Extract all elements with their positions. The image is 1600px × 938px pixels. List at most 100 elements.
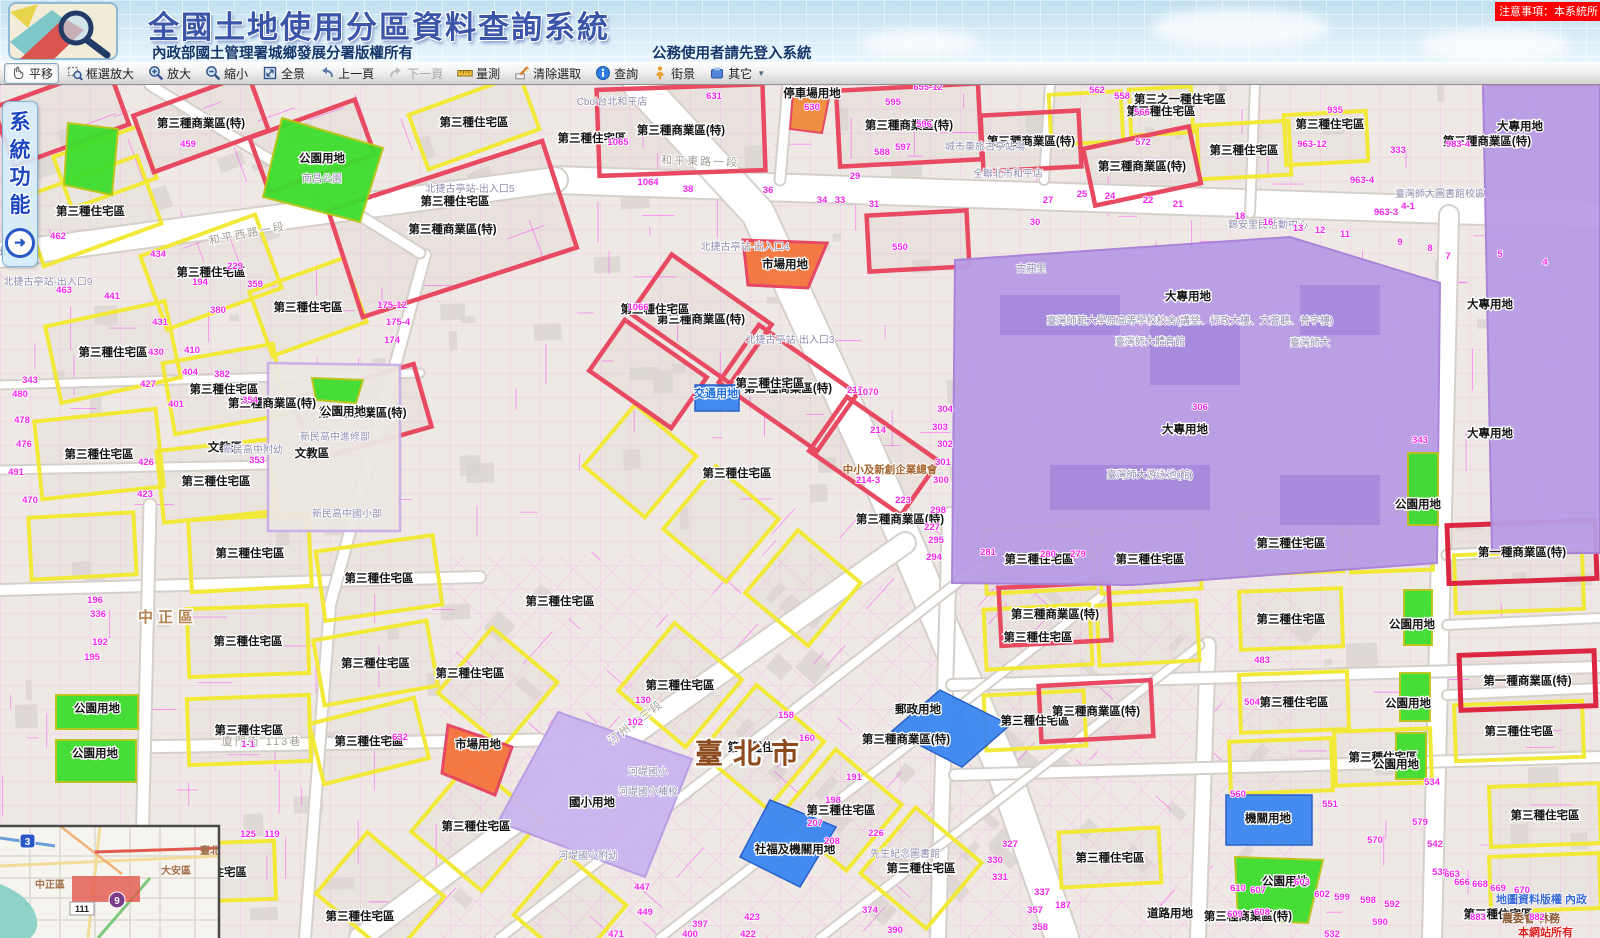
zone-type-label: 停車場用地 — [783, 86, 841, 100]
cbld-zone — [1000, 295, 1120, 335]
building-footprint — [440, 303, 465, 320]
parcel-number: 1066 — [627, 302, 648, 313]
parcel-number: 358 — [1032, 922, 1048, 933]
res-zone-label: 第三種住宅區 — [1511, 808, 1580, 822]
parcel-number: 655-12 — [913, 85, 943, 93]
parcel-number: 214 — [870, 425, 887, 436]
parcel-number: 195 — [84, 652, 101, 663]
zone-type-label: 第三種住宅區 — [326, 909, 395, 923]
parcel-number: 401 — [168, 399, 185, 410]
res-zone-label: 第三種住宅區 — [216, 546, 285, 560]
parcel-number: 608 — [1254, 907, 1270, 918]
parcel-number: 327 — [1002, 839, 1018, 850]
query-icon — [595, 65, 611, 81]
parcel-number: 592 — [1384, 899, 1400, 910]
parcel-number: 562 — [1089, 85, 1105, 96]
parcel-number: 478 — [14, 415, 30, 426]
res-zone-label: 第三種住宅區 — [1257, 612, 1326, 626]
route-box-111-label: 111 — [75, 904, 89, 914]
building-footprint — [533, 323, 561, 341]
toolbar-label-boxzoom: 框選放大 — [86, 65, 134, 82]
parcel-number: 431 — [152, 317, 169, 328]
toolbar-label-zoomin: 放大 — [167, 65, 191, 82]
parcel-number: 130 — [635, 695, 651, 706]
zone-type-label: 大專用地 — [1162, 422, 1208, 436]
campus-zone — [1483, 85, 1600, 553]
poi-label: 北捷古亭站-出入口4 — [701, 240, 790, 253]
toolbar-button-clear[interactable]: 清除選取 — [508, 63, 587, 84]
zone-type-label: 第三種住宅區 — [703, 466, 772, 480]
toolbar-button-pan[interactable]: 平移 — [4, 63, 59, 84]
minimap-extent-rectangle[interactable] — [72, 876, 140, 902]
res-zone-label: 第三種住宅區 — [646, 678, 715, 692]
zone-type-label: 地圖資料版權 內政 — [1496, 892, 1588, 906]
toolbar-button-zoomout[interactable]: 縮小 — [199, 63, 254, 84]
parcel-number: 25 — [1077, 189, 1088, 200]
parcel-number: 16 — [1263, 217, 1274, 228]
zone-type-label: 大專用地 — [1467, 297, 1513, 311]
parcel-number: 280 — [1040, 549, 1056, 560]
res-zone-label: 第三種住宅區 — [1004, 630, 1073, 644]
building-footprint — [594, 256, 621, 273]
parcel-number: 207 — [807, 818, 823, 829]
building-footprint — [671, 364, 685, 373]
clear-icon — [514, 65, 530, 81]
toolbar-label-zoomout: 縮小 — [224, 65, 248, 82]
parcel-number: 343 — [1412, 435, 1428, 446]
toolbar-button-prev[interactable]: 上一頁 — [313, 63, 380, 84]
poi-label: 城市車旅古亭站場 — [945, 140, 1025, 153]
parcel-number: 27 — [1043, 195, 1054, 206]
parcel-number: 374 — [862, 905, 879, 916]
parcel-number: 102 — [627, 717, 643, 728]
zone-type-label: 文教區 — [295, 446, 330, 460]
expand-panel-button[interactable]: ➜ — [5, 228, 35, 258]
toolbar-button-zoomin[interactable]: 放大 — [142, 63, 197, 84]
toolbar-button-street[interactable]: 街景 — [646, 63, 701, 84]
res-zone-label: 第三種住宅區 — [190, 382, 259, 396]
parcel-number: 423 — [137, 489, 153, 500]
zoning-map-canvas[interactable]: 第三種住宅區第三種住宅區第三種住宅區第三種住宅區第三種住宅區第三種住宅區第三種住… — [0, 85, 1600, 938]
map-viewport[interactable]: 第三種住宅區第三種住宅區第三種住宅區第三種住宅區第三種住宅區第三種住宅區第三種住… — [0, 85, 1600, 938]
zone-type-label: 大專用地 — [1467, 426, 1513, 440]
cbld-zone — [1150, 325, 1240, 385]
parcel-number: 632 — [392, 732, 408, 743]
poi-label: 臺灣師大游泳池(館) — [1107, 468, 1194, 481]
parcel-number: 359 — [247, 279, 263, 290]
parcel-number: 354 — [242, 395, 259, 406]
poi-label: 北捷古亭站-出入口3 — [746, 333, 835, 346]
parcel-number: 590 — [1372, 917, 1388, 928]
parcel-number: 588 — [874, 147, 890, 158]
parcel-number: 883 — [1470, 912, 1486, 923]
system-functions-char-3: 能 — [10, 192, 31, 220]
toolbar-button-measure[interactable]: 量測 — [451, 63, 506, 84]
zone-type-label: 機關用地 — [1245, 811, 1291, 825]
zone-type-label: 國小用地 — [569, 795, 615, 809]
parcel-number: 572 — [1135, 137, 1151, 148]
cloud-decoration — [1150, 8, 1330, 48]
toolbar-button-query[interactable]: 查詢 — [589, 63, 644, 84]
parcel-number: 426 — [138, 457, 154, 468]
toolbar-button-full[interactable]: 全景 — [256, 63, 311, 84]
building-footprint — [1437, 85, 1444, 102]
building-footprint — [833, 233, 841, 241]
res-zone-label: 第三種住宅區 — [345, 571, 414, 585]
park-zone — [1404, 590, 1432, 645]
minimap-district-label: 大安區 — [161, 864, 191, 877]
toolbar-button-boxzoom[interactable]: 框選放大 — [61, 63, 140, 84]
parcel-number: 191 — [846, 772, 863, 783]
parcel-number: 33 — [835, 195, 846, 206]
parcel-number: 229 — [227, 261, 243, 272]
parcel-number: 18 — [1235, 211, 1246, 222]
parcel-number: 29 — [850, 171, 861, 182]
parcel-number: 12 — [1315, 225, 1326, 236]
parcel-number: 427 — [140, 379, 156, 390]
parcel-number: 8 — [1427, 243, 1432, 254]
parcel-number: 5 — [1497, 249, 1503, 260]
overview-minimap[interactable]: 39111中正區大安區臺北 — [0, 826, 220, 938]
parcel-number: 558 — [1114, 91, 1130, 102]
toolbar-label-measure: 量測 — [476, 65, 500, 82]
parcel-number: 609 — [1227, 909, 1243, 920]
toolbar-button-other[interactable]: 其它▼ — [703, 63, 771, 84]
zoomout-icon — [205, 65, 221, 81]
zone-type-label: 中正區 — [138, 608, 198, 626]
